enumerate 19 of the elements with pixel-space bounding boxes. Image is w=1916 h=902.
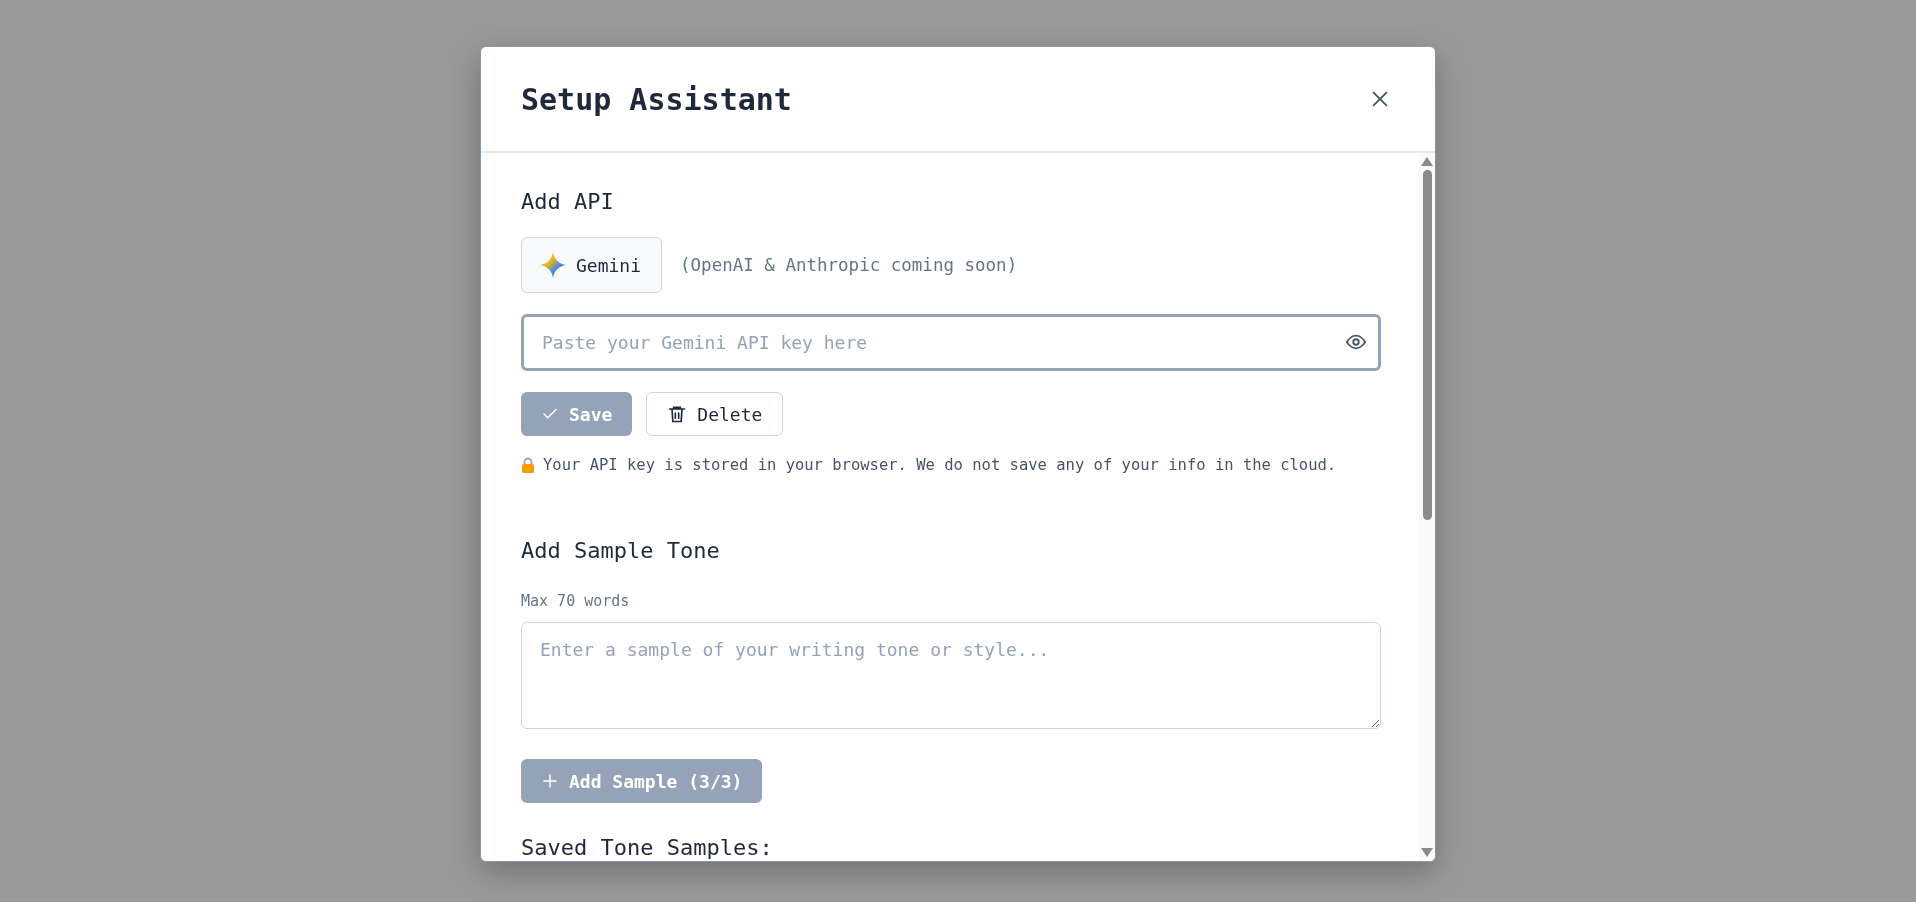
api-key-field[interactable]: Paste your Gemini API key here xyxy=(521,314,1381,371)
scrollbar-thumb[interactable] xyxy=(1422,170,1432,520)
scrollbar[interactable] xyxy=(1419,153,1435,861)
scroll-down-icon[interactable] xyxy=(1421,848,1433,857)
saved-samples-heading: Saved Tone Samples: xyxy=(521,835,774,861)
provider-note: (OpenAI & Anthropic coming soon) xyxy=(680,255,1018,275)
lock-icon xyxy=(521,457,535,473)
section-heading: Add API xyxy=(521,188,615,216)
delete-button[interactable]: Delete xyxy=(646,392,784,436)
section-heading: Add Sample Tone xyxy=(521,537,721,565)
dialog-title: Setup Assistant xyxy=(521,81,792,117)
scroll-up-icon[interactable] xyxy=(1421,157,1433,166)
provider-button[interactable]: Gemini xyxy=(521,237,663,293)
tone-sample-field[interactable]: Enter a sample of your writing tone or style... xyxy=(521,622,1381,729)
word-limit-hint: Max 70 words xyxy=(521,592,631,610)
plus-icon xyxy=(541,772,559,790)
trash-icon xyxy=(667,404,688,424)
sparkle-icon xyxy=(540,252,566,278)
privacy-note: Your API key is stored in your browser. We do not save any of your info in the cloud. xyxy=(543,456,1337,474)
